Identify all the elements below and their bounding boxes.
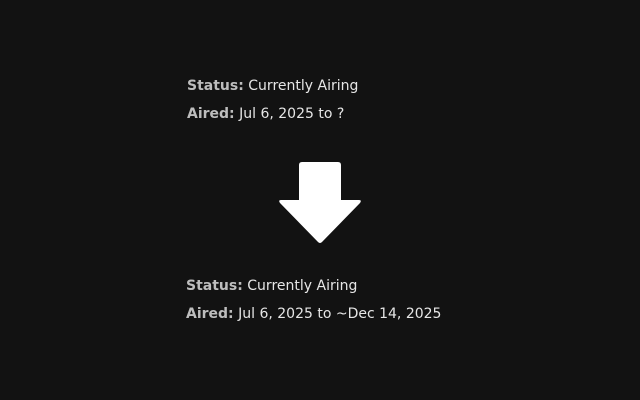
- status-row: Status: Currently Airing: [187, 77, 358, 95]
- arrow-down-icon: [279, 162, 361, 243]
- aired-label: Aired:: [186, 306, 234, 322]
- aired-label: Aired:: [187, 106, 235, 122]
- aired-value: Jul 6, 2025 to ?: [239, 106, 345, 122]
- status-value: Currently Airing: [247, 278, 358, 294]
- status-label: Status:: [187, 78, 244, 94]
- aired-row: Aired: Jul 6, 2025 to ?: [187, 105, 358, 123]
- aired-value: Jul 6, 2025 to ~Dec 14, 2025: [238, 306, 442, 322]
- aired-row: Aired: Jul 6, 2025 to ~Dec 14, 2025: [186, 305, 441, 323]
- status-value: Currently Airing: [248, 78, 359, 94]
- status-label: Status:: [186, 278, 243, 294]
- status-row: Status: Currently Airing: [186, 277, 441, 295]
- info-before: Status: Currently Airing Aired: Jul 6, 2…: [187, 77, 358, 133]
- info-after: Status: Currently Airing Aired: Jul 6, 2…: [186, 277, 441, 333]
